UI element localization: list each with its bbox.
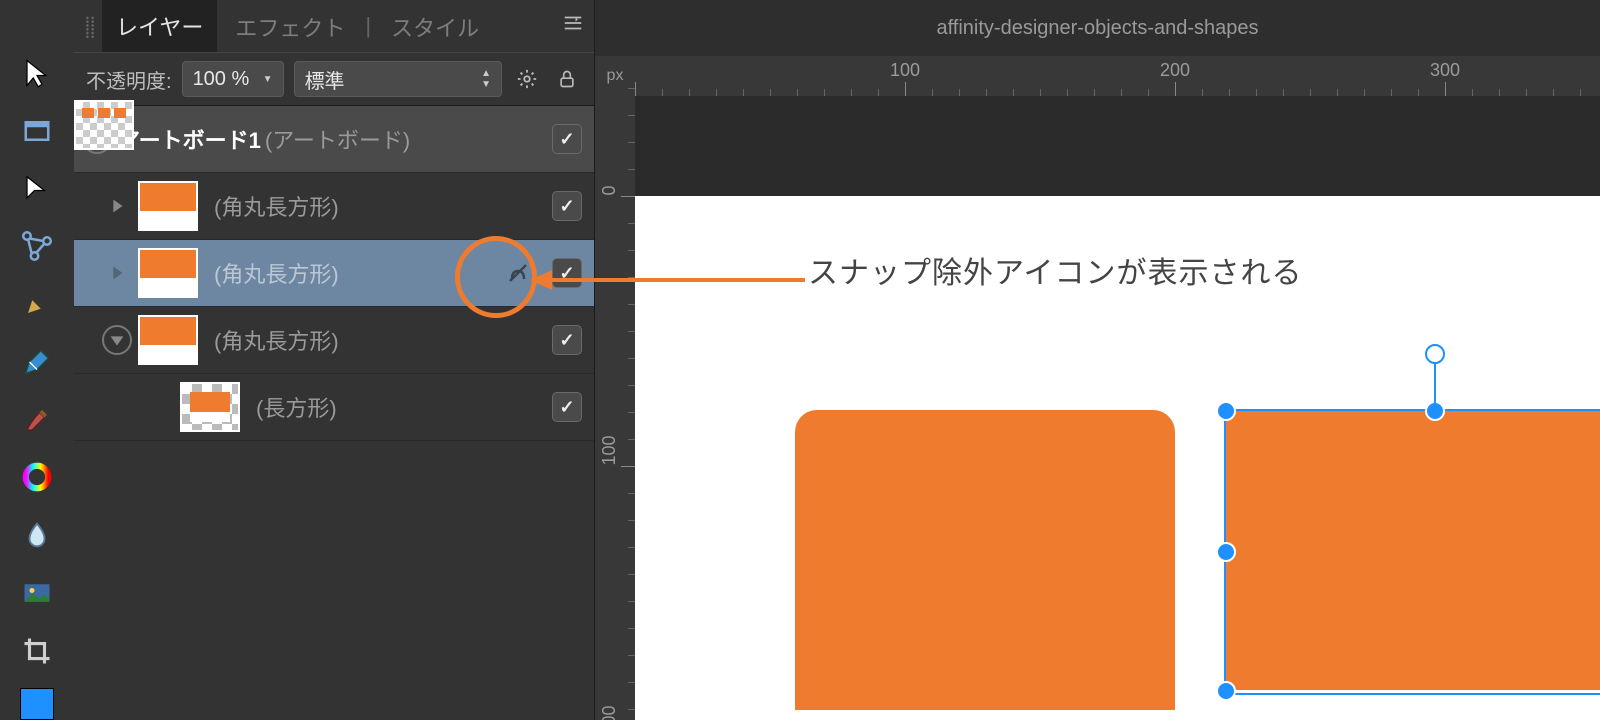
place-image-tool[interactable] — [12, 572, 62, 614]
layer-name: (角丸長方形) — [214, 324, 339, 356]
artboard-tool[interactable] — [12, 110, 62, 152]
panel-drag-grip-icon[interactable]: ⸽⸽ — [82, 13, 98, 40]
disclosure-triangle-icon[interactable] — [102, 191, 132, 221]
visibility-checkbox[interactable]: ✓ — [552, 325, 582, 355]
snap-exclude-icon — [504, 259, 532, 287]
layer-name: (角丸長方形) — [214, 257, 339, 289]
document-title: affinity-designer-objects-and-shapes — [936, 17, 1258, 40]
selection-bounds — [1224, 409, 1600, 695]
layer-name: アートボード1 (アートボード) — [118, 123, 410, 155]
opacity-value-field[interactable]: 100 % ▼ — [182, 61, 284, 97]
layer-row[interactable]: (長方形) ✓ — [74, 374, 594, 441]
rotation-handle-stem — [1434, 362, 1436, 408]
blend-mode-text: 標準 — [305, 65, 345, 94]
selection-handle[interactable] — [1216, 681, 1236, 701]
layer-row-artboard[interactable]: アートボード1 (アートボード) ✓ — [74, 106, 594, 173]
transparency-tool[interactable] — [12, 514, 62, 556]
selection-handle[interactable] — [1216, 401, 1236, 421]
layer-list: アートボード1 (アートボード) ✓ (角丸長方形) ✓ — [74, 106, 594, 720]
tab-layers[interactable]: レイヤー — [102, 0, 217, 52]
visibility-checkbox[interactable]: ✓ — [552, 258, 582, 288]
lock-icon[interactable] — [552, 64, 582, 94]
ruler-v-number: 200 — [599, 705, 620, 720]
node-tool[interactable] — [12, 168, 62, 210]
ruler-h-number: 100 — [890, 60, 920, 81]
opacity-value-text: 100 % — [193, 68, 250, 91]
selection-handle[interactable] — [1216, 542, 1236, 562]
disclosure-triangle-icon[interactable] — [102, 258, 132, 288]
ruler-h-number: 200 — [1160, 60, 1190, 81]
pen-tool[interactable] — [12, 283, 62, 325]
layer-name: (角丸長方形) — [214, 190, 339, 222]
visibility-checkbox[interactable]: ✓ — [552, 191, 582, 221]
color-picker-ring-tool[interactable] — [12, 456, 62, 498]
canvas-viewport[interactable] — [635, 96, 1600, 720]
layers-panel: ⸽⸽ レイヤー エフェクト | スタイル 不透明度: 100 % ▼ 標準 ▲▼ — [74, 0, 595, 720]
tab-separator: | — [363, 13, 373, 39]
canvas-area: affinity-designer-objects-and-shapes px … — [595, 0, 1600, 720]
layer-thumbnail — [74, 100, 134, 150]
layer-thumbnail — [138, 248, 198, 298]
layer-row[interactable]: (角丸長方形) ✓ — [74, 307, 594, 374]
tool-strip — [0, 0, 74, 720]
ruler-v-number: 100 — [599, 435, 620, 465]
pencil-tool[interactable] — [12, 341, 62, 383]
ruler-vertical[interactable]: 0 100 200 — [595, 96, 636, 720]
layer-thumbnail — [180, 382, 240, 432]
blend-mode-select[interactable]: 標準 ▲▼ — [294, 61, 502, 97]
layer-thumbnail — [138, 181, 198, 231]
panel-tabs: ⸽⸽ レイヤー エフェクト | スタイル — [74, 0, 594, 52]
gear-icon[interactable] — [512, 64, 542, 94]
visibility-checkbox[interactable]: ✓ — [552, 124, 582, 154]
canvas-rounded-rect-1[interactable] — [795, 410, 1175, 710]
pasteboard — [635, 96, 1600, 196]
tab-styles[interactable]: スタイル — [377, 1, 493, 51]
tab-effects[interactable]: エフェクト — [221, 1, 359, 51]
panel-menu-icon[interactable] — [562, 12, 584, 40]
ruler-v-number: 0 — [599, 185, 620, 195]
document-titlebar: affinity-designer-objects-and-shapes — [595, 0, 1600, 57]
opacity-label: 不透明度: — [86, 65, 172, 94]
layer-thumbnail — [138, 315, 198, 365]
brush-tool[interactable] — [12, 399, 62, 441]
current-fill-swatch[interactable] — [20, 688, 54, 720]
stepper-caret-icon: ▲▼ — [481, 68, 491, 90]
ruler-horizontal[interactable]: 100200300400 — [635, 56, 1600, 97]
move-tool[interactable] — [12, 52, 62, 94]
ruler-unit-label[interactable]: px — [595, 56, 636, 97]
opacity-row: 不透明度: 100 % ▼ 標準 ▲▼ — [74, 52, 594, 106]
crop-tool[interactable] — [12, 630, 62, 672]
point-transform-tool[interactable] — [12, 225, 62, 267]
ruler-h-number: 300 — [1430, 60, 1460, 81]
visibility-checkbox[interactable]: ✓ — [552, 392, 582, 422]
layer-row[interactable]: (角丸長方形) ✓ — [74, 173, 594, 240]
disclosure-triangle-icon[interactable] — [102, 325, 132, 355]
rotation-handle[interactable] — [1425, 344, 1445, 364]
dropdown-caret-icon: ▼ — [263, 74, 273, 85]
layer-row-selected[interactable]: (角丸長方形) ✓ — [74, 240, 594, 307]
layer-name: (長方形) — [256, 391, 337, 423]
